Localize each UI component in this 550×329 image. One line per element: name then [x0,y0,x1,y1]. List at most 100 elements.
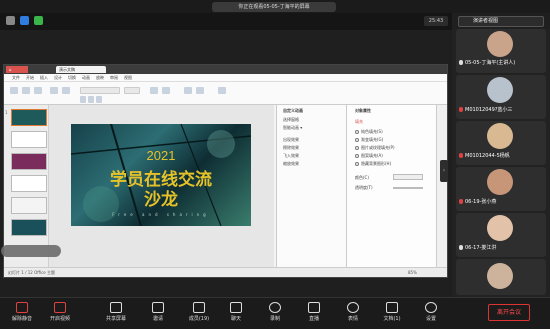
fill-option-label: 渐变填充(G) [361,137,384,142]
font-size-select[interactable] [124,87,140,94]
current-slide[interactable]: 2021 学员在线交流 沙龙 Free and sharing [71,124,251,226]
slide-thumbnail[interactable] [11,197,47,214]
shape-icon[interactable] [184,87,192,94]
arrange-icon[interactable] [196,87,204,94]
slide-thumbnail[interactable] [11,175,47,192]
members-icon [193,302,205,313]
participant-tile[interactable]: 06-19-张小燕 [456,167,546,211]
leave-meeting-button[interactable]: 离开会议 [488,304,530,321]
participant-tile[interactable]: 06-17-娄江洪 [456,213,546,257]
slide-thumbnail[interactable] [11,131,47,148]
mic-icon [459,60,463,65]
members-button[interactable]: 成员(19) [182,300,216,328]
fill-option-label: 纯色填充(S) [361,129,383,134]
prop-panel-heading: 对象属性 [355,108,371,113]
color-picker[interactable] [393,174,423,180]
info-icon[interactable] [6,16,15,25]
menu-item-home[interactable]: 开始 [26,75,34,81]
screen-share-banner[interactable]: 你正在观看05-05-丁海平的屏幕 [212,2,336,12]
documents-button[interactable]: 文档(1) [375,300,409,328]
participant-tile[interactable]: 05-05-丁海平(主讲人) [456,29,546,73]
paste-icon[interactable] [10,87,18,94]
font-select[interactable] [80,87,120,94]
fill-option[interactable]: 渐变填充(G) [355,137,383,143]
mic-icon [16,302,28,313]
mic-icon [459,153,463,158]
list-icon[interactable] [162,87,170,94]
toolbar-label: 文档(1) [383,316,401,322]
invite-button[interactable]: 邀请 [141,300,175,328]
start-video-button[interactable]: 开启视频 [43,300,77,328]
anim-row[interactable]: 智能动画 ▾ [283,125,302,131]
participant-name: 06-17-娄江洪 [459,244,496,251]
mic-icon [459,107,463,112]
bold-icon[interactable] [80,96,86,103]
fill-option[interactable]: 纯色填充(S) [355,129,383,135]
menu-item-insert[interactable]: 插入 [40,75,48,81]
zoom-level[interactable]: 85% [408,270,417,275]
emoji-button[interactable]: 表情 [336,300,370,328]
participant-tile[interactable]: M01012049?蓝小三 [456,75,546,119]
slide-thumbnail[interactable] [11,109,47,126]
fill-option[interactable]: 隐藏背景图形(H) [355,161,391,167]
live-button[interactable]: 直播 [297,300,331,328]
unmute-button[interactable]: 解除静音 [5,300,39,328]
copy-icon[interactable] [34,87,42,94]
layout-icon[interactable] [62,87,70,94]
participant-tile[interactable] [456,259,546,295]
participant-name: M01012044-5杨帆 [459,152,510,159]
fill-option-label: 图案填充(A) [361,153,383,158]
menu-item-design[interactable]: 设计 [54,75,62,81]
anim-row[interactable]: 出现效果 [283,137,299,143]
menu-item-animation[interactable]: 动画 [82,75,90,81]
share-screen-button[interactable]: 共享屏幕 [99,300,133,328]
tab-document[interactable]: 演示文稿 [56,66,106,73]
fill-option[interactable]: 图片或纹理填充(P) [355,145,395,151]
anim-row[interactable]: 缩放效果 [283,161,299,167]
menu-item-view[interactable]: 视图 [124,75,132,81]
editor-statusbar: 幻灯片 1 / 12 Office 主题 85% [4,267,447,277]
menu-item-file[interactable]: 文件 [12,75,20,81]
collapse-handle[interactable]: › [440,160,448,182]
participant-name: 06-19-张小燕 [459,198,496,205]
signal-icon[interactable] [34,16,43,25]
toolbar-label: 成员(19) [188,316,210,322]
toolbar-label: 表情 [347,316,358,322]
side-tool-rail[interactable] [436,105,447,267]
slide-canvas-area: 2021 学员在线交流 沙龙 Free and sharing [49,105,274,267]
meeting-info-strip [0,13,452,30]
chat-icon [230,302,242,313]
align-icon[interactable] [150,87,158,94]
participant-name: M01012049?蓝小三 [459,106,512,113]
underline-icon[interactable] [96,96,102,103]
fill-option[interactable]: 图案填充(A) [355,153,383,159]
slide-thumbnail[interactable] [11,219,47,236]
find-icon[interactable] [218,87,226,94]
transparency-slider[interactable] [393,187,423,189]
floating-controls[interactable] [1,245,61,257]
participant-name: 05-05-丁海平(主讲人) [459,59,515,66]
record-button[interactable]: 录制 [258,300,292,328]
cut-icon[interactable] [22,87,30,94]
toolbar-label: 开启视频 [49,316,70,322]
anim-row[interactable]: 选择窗格 [283,117,299,123]
slide-thumbnail[interactable] [11,153,47,170]
menu-item-transition[interactable]: 切换 [68,75,76,81]
menu-item-slideshow[interactable]: 放映 [96,75,104,81]
settings-button[interactable]: 设置 [414,300,448,328]
new-slide-icon[interactable] [50,87,58,94]
shield-icon[interactable] [20,16,29,25]
participant-tile[interactable]: M01012044-5杨帆 [456,121,546,165]
home-tab[interactable]: ⌂ [6,66,28,73]
anim-row[interactable]: 飞入效果 [283,153,299,159]
meeting-timer: 25:43 [424,16,448,26]
menu-item-review[interactable]: 审阅 [110,75,118,81]
speaker-view-button[interactable]: 演讲者视图 [458,16,544,27]
chat-button[interactable]: 聊天 [219,300,253,328]
italic-icon[interactable] [88,96,94,103]
anim-row[interactable]: 擦除效果 [283,145,299,151]
toolbar-label: 解除静音 [11,316,32,322]
avatar [487,123,513,149]
mic-icon [459,199,463,204]
anim-panel-heading: 自定义动画 [283,108,303,113]
